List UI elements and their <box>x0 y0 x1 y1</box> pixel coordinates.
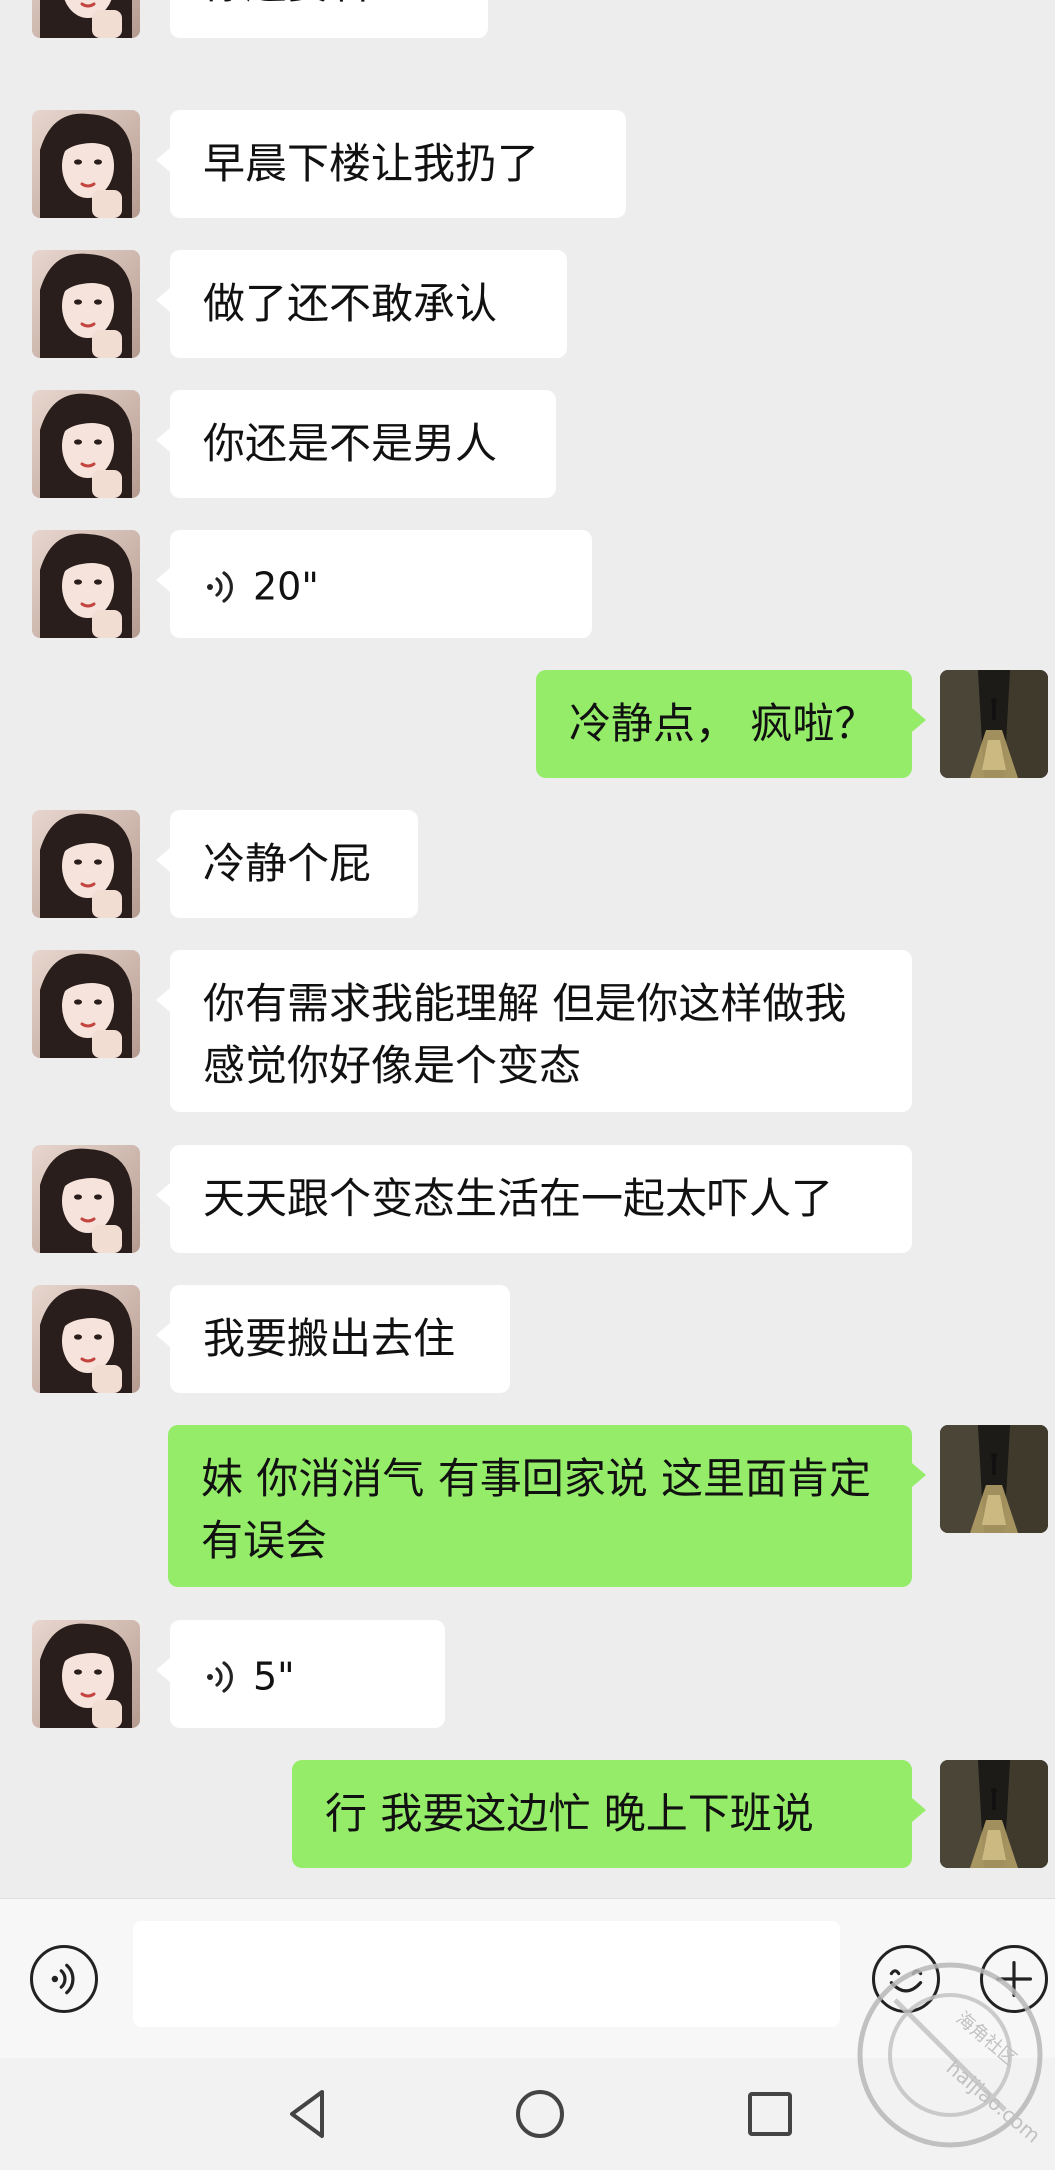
contact-avatar-photo <box>32 390 140 498</box>
message-text: 冷静个屁 <box>203 839 372 888</box>
message-text: 你有需求我能理解 但是你这样做我感觉你好像是个变态 <box>203 979 847 1090</box>
message-bubble[interactable]: 冷静点， 疯啦？ <box>536 670 926 778</box>
contact-avatar[interactable] <box>32 810 140 918</box>
message-bubble[interactable]: 天天跟个变态生活在一起太吓人了 <box>156 1145 912 1253</box>
voice-duration: 20" <box>253 564 319 609</box>
message-bubble[interactable]: 你还要看？ <box>170 0 488 38</box>
message-bubble[interactable]: 你有需求我能理解 但是你这样做我感觉你好像是个变态 <box>156 950 912 1112</box>
my-avatar[interactable] <box>940 1760 1048 1868</box>
voice-icon <box>51 1963 75 1995</box>
voice-message-bubble[interactable]: 20" <box>156 530 592 638</box>
contact-avatar[interactable] <box>32 1620 140 1728</box>
system-nav-bar <box>0 2058 1055 2170</box>
contact-avatar-photo <box>32 1285 140 1393</box>
voice-wave-icon <box>207 570 233 603</box>
contact-avatar[interactable] <box>32 530 140 638</box>
nav-recents-button[interactable] <box>734 2078 806 2150</box>
nav-back-button[interactable] <box>272 2078 344 2150</box>
contact-avatar[interactable] <box>32 950 140 1058</box>
contact-avatar-photo <box>32 530 140 638</box>
chat-area[interactable]: 你还要看？ 早晨下楼让我扔了 <box>0 0 1055 1898</box>
message-text: 行 我要这边忙 晚上下班说 <box>325 1789 814 1838</box>
contact-avatar-photo <box>32 1145 140 1253</box>
message-text: 你还是不是男人 <box>203 419 498 468</box>
contact-avatar[interactable] <box>32 250 140 358</box>
home-circle-icon <box>516 2090 564 2138</box>
message-bubble[interactable]: 我要搬出去住 <box>156 1285 510 1393</box>
contact-avatar-photo <box>32 110 140 218</box>
my-avatar-photo <box>940 670 1048 778</box>
message-bubble[interactable]: 行 我要这边忙 晚上下班说 <box>292 1760 926 1868</box>
my-avatar[interactable] <box>940 670 1048 778</box>
contact-avatar[interactable] <box>32 390 140 498</box>
emoji-icon <box>889 1969 923 1993</box>
message-text: 你还要看？ <box>203 0 413 8</box>
contact-avatar-photo <box>32 250 140 358</box>
my-avatar[interactable] <box>940 1425 1048 1533</box>
voice-duration: 5" <box>253 1654 295 1699</box>
more-button[interactable] <box>980 1945 1048 2013</box>
contact-avatar-photo <box>32 950 140 1058</box>
voice-message-bubble[interactable]: 5" <box>156 1620 445 1728</box>
plus-icon <box>995 1960 1033 1998</box>
message-input[interactable] <box>133 1921 840 2027</box>
contact-avatar[interactable] <box>32 110 140 218</box>
input-bar <box>0 1898 1055 2059</box>
emoji-button[interactable] <box>872 1945 940 2013</box>
message-text: 早晨下楼让我扔了 <box>203 139 540 188</box>
contact-avatar-photo <box>32 810 140 918</box>
message-text: 做了还不敢承认 <box>203 279 498 328</box>
contact-avatar-photo <box>32 0 140 38</box>
back-triangle-icon <box>290 2090 324 2138</box>
nav-home-button[interactable] <box>504 2078 576 2150</box>
my-avatar-photo <box>940 1760 1048 1868</box>
message-text: 我要搬出去住 <box>203 1314 456 1363</box>
contact-avatar[interactable] <box>32 0 140 38</box>
contact-avatar-photo <box>32 1620 140 1728</box>
voice-wave-icon <box>207 1660 233 1693</box>
message-text: 妹 你消消气 有事回家说 这里面肯定有误会 <box>201 1454 872 1565</box>
message-text: 天天跟个变态生活在一起太吓人了 <box>203 1174 834 1223</box>
message-bubble[interactable]: 做了还不敢承认 <box>156 250 567 358</box>
my-avatar-photo <box>940 1425 1048 1533</box>
message-bubble[interactable]: 你还是不是男人 <box>156 390 556 498</box>
message-bubble[interactable]: 冷静个屁 <box>156 810 418 918</box>
message-text: 冷静点， 疯啦？ <box>569 699 877 748</box>
contact-avatar[interactable] <box>32 1285 140 1393</box>
message-bubble[interactable]: 早晨下楼让我扔了 <box>156 110 626 218</box>
contact-avatar[interactable] <box>32 1145 140 1253</box>
voice-input-button[interactable] <box>30 1945 98 2013</box>
recents-square-icon <box>748 2092 792 2136</box>
message-bubble[interactable]: 妹 你消消气 有事回家说 这里面肯定有误会 <box>168 1425 926 1587</box>
